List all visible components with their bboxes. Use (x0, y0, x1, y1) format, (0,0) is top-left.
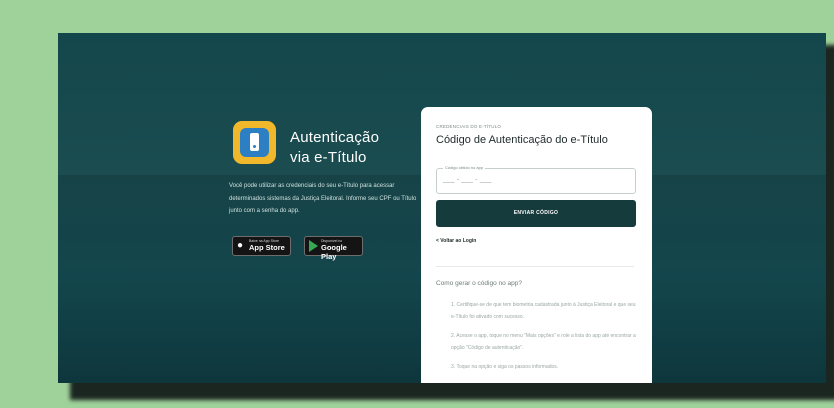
app-logo-icon (233, 121, 276, 164)
auth-card: CREDENCIAIS DO E-TÍTULO Código de Autent… (421, 107, 652, 383)
card-overline: CREDENCIAIS DO E-TÍTULO (436, 124, 502, 129)
faq-question: Como gerar o código no app? (436, 280, 523, 287)
code-input-value: ___ - ___ - ___ (443, 176, 492, 183)
apple-icon: ● (237, 240, 244, 251)
faq-step: 2. Acesse o app, toque no menu "Mais opç… (451, 333, 636, 351)
back-to-login-link[interactable]: < Voltar ao Login (436, 238, 476, 244)
app-store-button[interactable]: ● Baixe na App Store App Store (232, 236, 291, 256)
faq-step: 1. Certifique-se de que tem biometria ca… (451, 302, 636, 320)
faq-step: 3. Toque na opção e siga os passos infor… (451, 364, 559, 370)
send-code-button[interactable]: ENVIAR CÓDIGO (436, 200, 636, 227)
brand-title-line2: via e-Título (290, 149, 367, 166)
code-input[interactable]: Código obtido no app ___ - ___ - ___ (436, 165, 636, 194)
intro-description: Você pode utilizar as credenciais do seu… (229, 183, 417, 214)
google-play-label: Google Play (321, 243, 347, 261)
code-input-label: Código obtido no app (443, 165, 486, 170)
google-play-icon (309, 240, 318, 252)
card-divider (436, 266, 634, 267)
app-store-label: App Store (249, 243, 285, 252)
brand-title-line1: Autenticação (290, 129, 380, 146)
screenshot-frame: Autenticação via e-Título Você pode util… (58, 33, 826, 383)
google-play-button[interactable]: Disponível no Google Play (304, 236, 363, 261)
faq-steps: 1. Certifique-se de que tem biometria ca… (451, 299, 636, 380)
card-title: Código de Autenticação do e-Título (436, 134, 608, 146)
